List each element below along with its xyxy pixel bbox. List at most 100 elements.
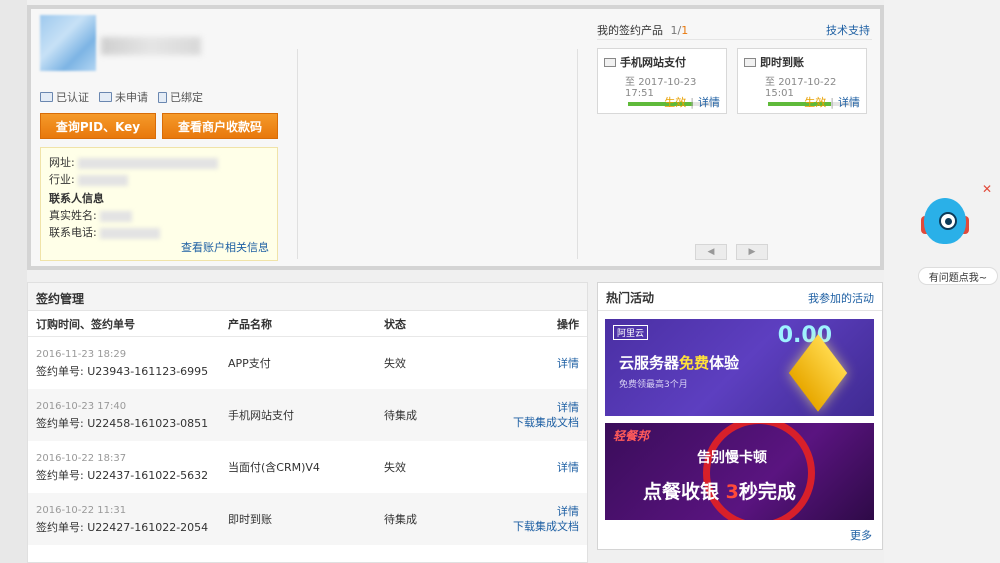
- detail-link[interactable]: 详情: [484, 504, 579, 519]
- name-label: 真实姓名:: [49, 209, 97, 222]
- robot-eye: [939, 212, 957, 230]
- row-product: 当面付(含CRM)V4: [228, 461, 320, 474]
- detail-link[interactable]: 详情: [484, 400, 579, 415]
- row-time-order: 2016-10-23 17:40 签约单号: U22458-161023-085…: [36, 398, 228, 432]
- card-date-prefix: 至: [765, 77, 775, 88]
- banner-line2: 点餐收银 3秒完成: [643, 477, 796, 504]
- product-icon: [604, 57, 616, 67]
- phone-label: 联系电话:: [49, 226, 97, 239]
- detail-link[interactable]: 详情: [484, 460, 579, 475]
- banner-ring-graphic: [703, 423, 815, 520]
- account-overview-inner: 已认证 未申请 已绑定 查询PID、Key 查看商户收款码 网址: 行业: 联系…: [31, 9, 880, 266]
- products-count-current: 1: [670, 24, 678, 37]
- status-label: 未申请: [115, 91, 148, 104]
- row-status: 待集成: [384, 409, 417, 422]
- username-redacted: [101, 37, 201, 55]
- header-time: 订购时间、签约单号: [36, 317, 135, 331]
- industry-label: 行业:: [49, 173, 75, 186]
- banner-headline-a: 云服务器: [619, 354, 680, 372]
- table-row: 2016-10-22 11:31 签约单号: U22427-161022-205…: [28, 493, 587, 545]
- divider: [577, 49, 578, 259]
- card-date-prefix: 至: [625, 77, 635, 88]
- detail-link[interactable]: 详情: [484, 356, 579, 371]
- query-pid-key-button[interactable]: 查询PID、Key: [40, 113, 156, 139]
- activities-title: 热门活动: [606, 291, 655, 305]
- aliyun-logo: 阿里云: [613, 325, 649, 340]
- account-overview: 已认证 未申请 已绑定 查询PID、Key 查看商户收款码 网址: 行业: 联系…: [27, 5, 884, 270]
- status-not-applied: 未申请: [99, 89, 148, 105]
- left-margin: [0, 0, 27, 563]
- card-actions: 生效 | 详情: [804, 94, 860, 110]
- banner-line2-a: 点餐收银: [643, 481, 726, 503]
- banner-line2-c: 秒完成: [738, 481, 796, 503]
- close-icon[interactable]: ✕: [982, 182, 992, 196]
- robot-head: [924, 198, 966, 244]
- industry-redacted: [78, 174, 129, 186]
- banner-subtitle: 免费领最高3个月: [619, 380, 688, 390]
- industry-row: 行业:: [49, 171, 269, 188]
- contact-title: 联系人信息: [49, 192, 104, 205]
- row-product: APP支付: [228, 357, 271, 370]
- name-redacted: [100, 210, 133, 222]
- row-status: 待集成: [384, 513, 417, 526]
- banner-headline-c: 体验: [709, 354, 740, 372]
- cloud-server-banner[interactable]: 阿里云 0.00 云服务器免费体验 免费领最高3个月: [605, 319, 874, 416]
- row-time: 2016-10-22 11:31: [36, 505, 127, 516]
- row-time: 2016-10-22 18:37: [36, 453, 127, 464]
- status-verified: 已认证: [40, 89, 89, 105]
- avatar: [40, 15, 96, 71]
- row-status: 失效: [384, 357, 406, 370]
- table-header: 订购时间、签约单号 产品名称 状态 操作: [28, 311, 587, 337]
- card-title: 即时到账: [744, 54, 860, 70]
- help-robot-icon[interactable]: [921, 194, 969, 248]
- row-product: 即时到账: [228, 513, 272, 526]
- row-time-order: 2016-10-22 18:37 签约单号: U22437-161022-563…: [36, 450, 228, 484]
- download-doc-link[interactable]: 下载集成文档: [484, 519, 579, 534]
- products-count-total: 1: [681, 24, 689, 37]
- status-label: 已绑定: [170, 91, 203, 104]
- row-order: 签约单号: U22458-161023-0851: [36, 417, 209, 430]
- header-product: 产品名称: [228, 317, 272, 331]
- pager-next-button[interactable]: ▶: [736, 244, 768, 260]
- status-label: 已认证: [56, 91, 89, 104]
- view-qrcode-button[interactable]: 查看商户收款码: [162, 113, 278, 139]
- contract-management-panel: 签约管理 订购时间、签约单号 产品名称 状态 操作 2016-11-23 18:…: [27, 282, 588, 563]
- separator: |: [830, 96, 834, 109]
- help-bubble[interactable]: 有问题点我~: [918, 267, 998, 285]
- row-time: 2016-10-23 17:40: [36, 401, 127, 412]
- products-title-text: 我的签约产品: [597, 24, 663, 37]
- divider: [597, 39, 872, 40]
- banner-headline: 云服务器免费体验: [619, 352, 739, 373]
- card-title: 手机网站支付: [604, 54, 720, 70]
- lock-icon: [158, 91, 167, 103]
- row-actions: 详情: [484, 356, 579, 371]
- card-status: 生效: [804, 96, 827, 109]
- card-detail-link[interactable]: 详情: [838, 96, 860, 109]
- account-status-row: 已认证 未申请 已绑定: [40, 89, 203, 105]
- row-time-order: 2016-10-22 11:31 签约单号: U22427-161022-205…: [36, 502, 228, 536]
- download-doc-link[interactable]: 下载集成文档: [484, 415, 579, 430]
- products-title: 我的签约产品 1/1: [597, 22, 688, 38]
- website-label: 网址:: [49, 156, 75, 169]
- robot-pupil: [945, 218, 952, 225]
- separator: |: [690, 96, 694, 109]
- brand-logo: 轻餐邦: [613, 429, 650, 443]
- card-detail-link[interactable]: 详情: [698, 96, 720, 109]
- pager-prev-button[interactable]: ◀: [695, 244, 727, 260]
- table-row: 2016-11-23 18:29 签约单号: U23943-161123-699…: [28, 337, 587, 389]
- card-name: 即时到账: [760, 56, 804, 69]
- more-link[interactable]: 更多: [850, 527, 872, 543]
- row-actions: 详情: [484, 460, 579, 475]
- phone-redacted: [100, 227, 161, 239]
- tech-support-link[interactable]: 技术支持: [826, 22, 870, 38]
- website-redacted: [78, 157, 219, 169]
- card-name: 手机网站支付: [620, 56, 686, 69]
- website-row: 网址:: [49, 154, 269, 171]
- product-card-instant-transfer[interactable]: 即时到账 至 2017-10-22 15:01 生效 | 详情: [737, 48, 867, 114]
- account-info-link[interactable]: 查看账户相关信息: [181, 239, 269, 256]
- table-row: 2016-10-22 18:37 签约单号: U22437-161022-563…: [28, 441, 587, 493]
- banner-line1: 告别慢卡顿: [697, 450, 767, 466]
- product-card-mobile-web-pay[interactable]: 手机网站支付 至 2017-10-23 17:51 生效 | 详情: [597, 48, 727, 114]
- joined-activities-link[interactable]: 我参加的活动: [808, 290, 874, 306]
- pos-system-banner[interactable]: 轻餐邦 告别慢卡顿 点餐收银 3秒完成: [605, 423, 874, 520]
